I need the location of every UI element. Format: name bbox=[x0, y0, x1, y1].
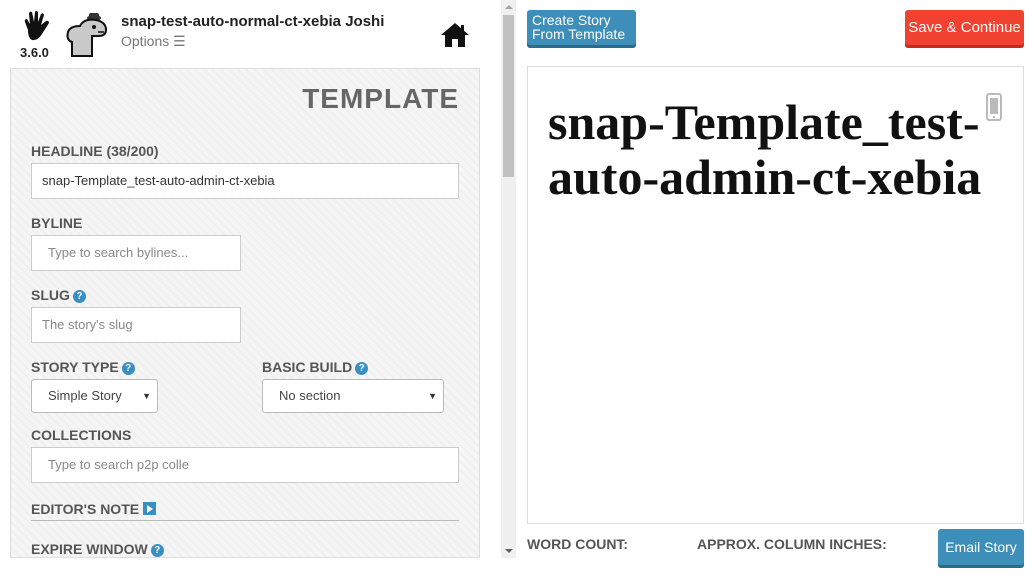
expire-window-label: EXPIRE WINDOW? bbox=[31, 541, 164, 557]
headline-label: HEADLINE (38/200) bbox=[31, 143, 159, 159]
panel-title: TEMPLATE bbox=[302, 83, 459, 114]
options-menu[interactable]: Options ☰ bbox=[121, 33, 186, 50]
byline-label: BYLINE bbox=[31, 215, 83, 231]
scroll-down-arrow-icon[interactable] bbox=[501, 544, 516, 558]
word-count-label: WORD COUNT: bbox=[527, 536, 629, 552]
preview-headline: snap-Template_test-auto-admin-ct-xebia bbox=[548, 94, 982, 205]
create-button-line2: From Template bbox=[532, 26, 626, 42]
collections-search-input[interactable]: Type to search p2p colle bbox=[31, 447, 459, 483]
basic-build-label-text: BASIC BUILD bbox=[262, 359, 353, 375]
expire-window-label-text: EXPIRE WINDOW bbox=[31, 541, 148, 557]
story-type-value: Simple Story bbox=[48, 388, 122, 403]
editors-note-label: EDITOR'S NOTE bbox=[31, 501, 140, 517]
app-header: 3.6.0 snap-test-auto-normal-ct-xebia Jos… bbox=[0, 0, 500, 66]
section-divider bbox=[31, 520, 459, 521]
chevron-down-icon: ▼ bbox=[428, 391, 437, 401]
headline-input[interactable]: snap-Template_test-auto-admin-ct-xebia bbox=[31, 163, 459, 199]
save-continue-button[interactable]: Save & Continue bbox=[905, 10, 1024, 45]
slug-label: SLUG? bbox=[31, 287, 86, 303]
story-preview: snap-Template_test-auto-admin-ct-xebia bbox=[527, 66, 1024, 524]
expand-arrow-icon[interactable] bbox=[143, 502, 157, 515]
story-type-label-text: STORY TYPE bbox=[31, 359, 119, 375]
user-name: snap-test-auto-normal-ct-xebia Joshi bbox=[121, 13, 385, 30]
story-type-label: STORY TYPE? bbox=[31, 359, 135, 375]
scrollbar-thumb[interactable] bbox=[503, 15, 514, 177]
scroll-up-arrow-icon[interactable] bbox=[501, 0, 516, 14]
editors-note-toggle[interactable]: EDITOR'S NOTE bbox=[31, 501, 157, 517]
mobile-phone-icon[interactable] bbox=[986, 93, 1002, 121]
column-inches-label: APPROX. COLUMN INCHES: bbox=[697, 536, 887, 552]
slug-label-text: SLUG bbox=[31, 287, 70, 303]
story-type-help-icon[interactable]: ? bbox=[121, 362, 135, 375]
collections-label: COLLECTIONS bbox=[31, 427, 132, 443]
slug-help-icon[interactable]: ? bbox=[72, 290, 86, 303]
basic-build-label: BASIC BUILD? bbox=[262, 359, 369, 375]
expire-window-help-icon[interactable]: ? bbox=[150, 544, 164, 557]
app-version: 3.6.0 bbox=[20, 45, 49, 60]
create-button-line1: Create Story bbox=[532, 12, 611, 28]
hand-logo-icon[interactable] bbox=[22, 10, 52, 44]
home-icon[interactable] bbox=[440, 22, 470, 48]
dinosaur-avatar-icon[interactable] bbox=[64, 12, 110, 62]
byline-search-input[interactable]: Type to search bylines... bbox=[31, 235, 241, 271]
create-story-from-template-button[interactable]: Create Story From Template bbox=[527, 10, 636, 45]
slug-input[interactable]: The story's slug bbox=[31, 307, 241, 343]
basic-build-help-icon[interactable]: ? bbox=[355, 362, 369, 375]
basic-build-select[interactable]: No section ▼ bbox=[262, 379, 444, 413]
email-story-button[interactable]: Email Story bbox=[938, 529, 1024, 565]
chevron-down-icon: ▼ bbox=[142, 391, 151, 401]
story-type-select[interactable]: Simple Story ▼ bbox=[31, 379, 158, 413]
basic-build-value: No section bbox=[279, 388, 341, 403]
template-form-panel: TEMPLATE HEADLINE (38/200) snap-Template… bbox=[10, 68, 480, 558]
